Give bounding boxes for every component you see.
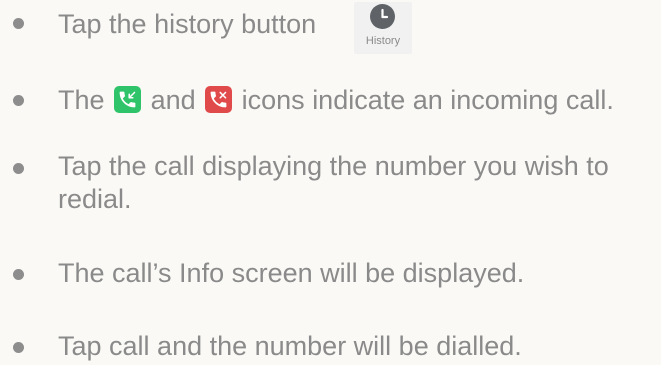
history-button[interactable]: History bbox=[354, 2, 412, 54]
list-item: Tap call and the number will be dialled. bbox=[0, 328, 661, 365]
phone-incoming-red-icon bbox=[205, 86, 233, 114]
history-button-label: History bbox=[365, 35, 401, 47]
instruction-list: Tap the history button History The and i… bbox=[0, 0, 661, 365]
item-text-line2: redial. bbox=[58, 184, 132, 214]
item-text-middle: and bbox=[150, 84, 196, 115]
list-item: The call’s Info screen will be displayed… bbox=[0, 255, 661, 295]
list-item: Tap the history button History bbox=[0, 0, 661, 60]
bullet-icon bbox=[13, 95, 24, 106]
clock-icon bbox=[370, 4, 395, 29]
item-text-before: The bbox=[58, 84, 105, 115]
list-item: The and icons indicate an incoming call. bbox=[0, 72, 661, 122]
bullet-icon bbox=[13, 342, 24, 353]
item-text: Tap the history button bbox=[58, 9, 317, 39]
bullet-icon bbox=[13, 269, 24, 280]
item-text: Tap call and the number will be dialled. bbox=[58, 331, 522, 361]
item-text-line1: Tap the call displaying the number you w… bbox=[58, 151, 609, 181]
item-text: The and icons indicate an incoming call. bbox=[58, 80, 614, 118]
bullet-icon bbox=[13, 163, 24, 174]
bullet-icon bbox=[13, 18, 24, 29]
item-text: The call’s Info screen will be displayed… bbox=[58, 258, 525, 288]
list-item: Tap the call displaying the number you w… bbox=[0, 148, 661, 218]
item-text-after: icons indicate an incoming call. bbox=[241, 84, 614, 115]
phone-incoming-green-icon bbox=[114, 86, 142, 114]
